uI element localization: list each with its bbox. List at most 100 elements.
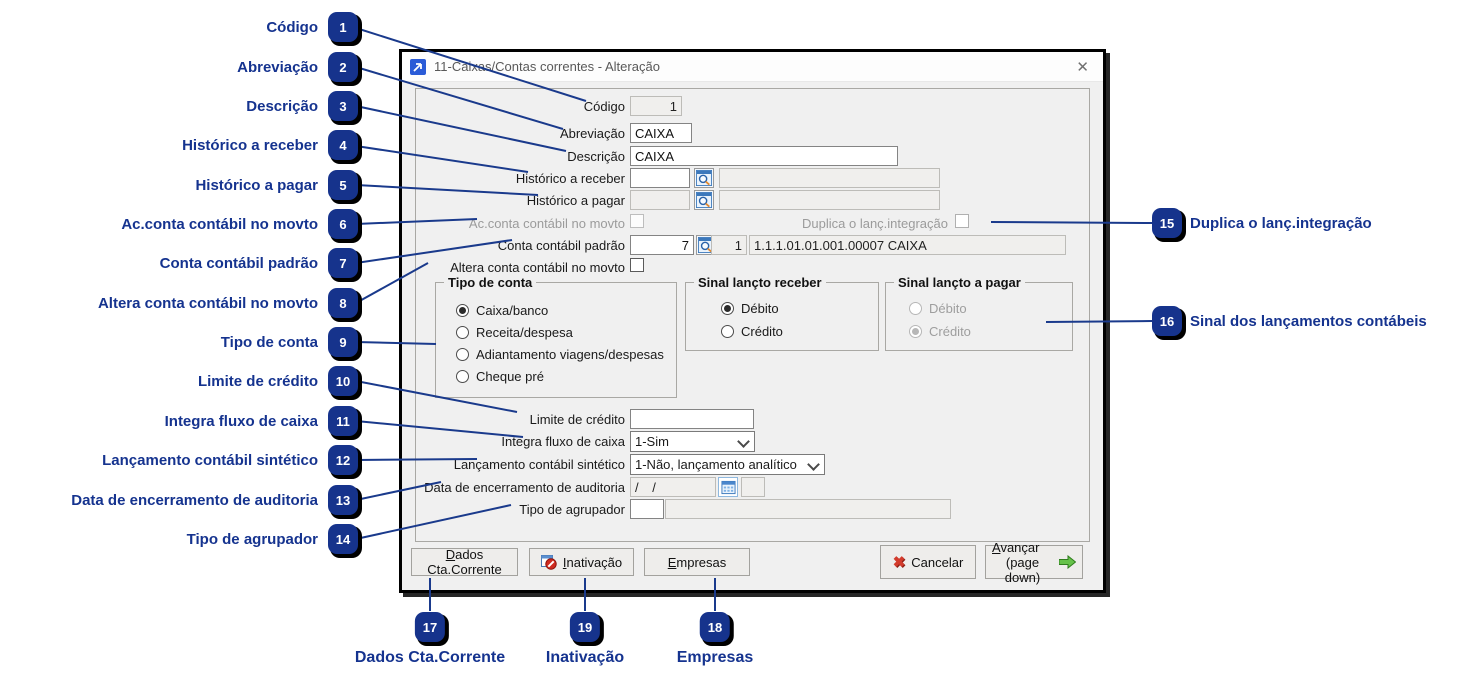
radio-pagar-debito: Débito [909,301,967,316]
callout-ac-conta: Ac.conta contábil no movto 6 [121,209,358,239]
callout-badge: 13 [328,485,358,515]
callout-codigo: Código 1 [266,12,358,42]
radio-adiantamento[interactable]: Adiantamento viagens/despesas [456,347,664,362]
callout-label: Tipo de conta [220,333,318,351]
radio-icon [456,304,469,317]
avancar-button[interactable]: Avançar (page down) [985,540,1083,585]
callout-label: Limite de crédito [197,372,318,390]
callout-label: Dados Cta.Corrente [354,649,506,666]
chevron-down-icon [737,435,750,448]
blocked-icon [540,554,557,570]
altera-conta-checkbox[interactable] [630,258,644,272]
radio-pagar-credito: Crédito [909,324,971,339]
radio-label: Adiantamento viagens/despesas [476,347,664,362]
radio-cheque-pre[interactable]: Cheque pré [456,369,544,384]
callout-limite: Limite de crédito 10 [198,366,358,396]
dialog-window: 11-Caixas/Contas correntes - Alteração ✕… [399,49,1106,593]
duplica-checkbox[interactable] [955,214,969,228]
tipo-agrupador-code-field[interactable] [630,499,664,519]
sinal-receber-caption: Sinal lançto receber [694,275,826,290]
radio-caixa-banco[interactable]: Caixa/banco [456,303,548,318]
radio-label: Crédito [929,324,971,339]
radio-label: Caixa/banco [476,303,549,318]
radio-icon [909,302,922,315]
historico-pagar-code-field[interactable] [630,190,690,210]
limite-label: Limite de crédito [529,412,625,427]
callout-conta-padrao: Conta contábil padrão 7 [160,248,358,278]
tipo-conta-caption: Tipo de conta [444,275,537,290]
button-label: Avançar (page down) [992,539,1041,585]
callout-badge: 18 [700,612,730,642]
callout-label: Código [266,18,318,36]
historico-receber-label: Histórico a receber [515,171,625,186]
radio-icon [456,348,469,361]
descricao-field[interactable] [630,146,898,166]
tipo-agrupador-label: Tipo de agrupador [519,502,625,517]
sinal-pagar-group: Sinal lançto a pagar Débito Crédito [885,275,1073,351]
historico-receber-search-icon[interactable] [694,168,714,188]
radio-label: Crédito [741,324,783,339]
radio-icon [721,302,734,315]
ac-conta-checkbox[interactable] [630,214,644,228]
callout-label: Duplica o lanç.integração [1190,214,1372,232]
callout-abreviacao: Abreviação 2 [237,52,358,82]
lanc-sintetico-select[interactable]: 1-Não, lançamento analítico [630,454,825,475]
cancelar-button[interactable]: ✖ Cancelar [880,545,976,579]
selected-option: 1-Não, lançamento analítico [635,457,797,472]
advance-arrow-icon [1059,555,1076,569]
abreviacao-field[interactable] [630,123,692,143]
radio-label: Débito [741,301,779,316]
calendar-icon[interactable] [718,477,738,497]
callout-empresas: 18 Empresas [677,612,753,667]
limite-field[interactable] [630,409,754,429]
duplica-label: Duplica o lanç.integração [802,216,948,231]
historico-pagar-search-icon[interactable] [694,190,714,210]
callout-badge: 17 [415,612,445,642]
data-auditoria-field[interactable] [630,477,716,497]
historico-pagar-label: Histórico a pagar [526,193,625,208]
conta-padrao-label: Conta contábil padrão [497,238,625,253]
data-auditoria-label: Data de encerramento de auditoria [424,480,625,495]
callout-label: Histórico a pagar [195,176,318,194]
radio-receber-credito[interactable]: Crédito [721,324,783,339]
callout-data-auditoria: Data de encerramento de auditoria 13 [71,485,358,515]
callout-label: Inativação [545,649,625,666]
inativacao-button[interactable]: Inativação [529,548,634,576]
callout-badge: 6 [328,209,358,239]
callout-badge: 9 [328,327,358,357]
conta-padrao-conta-field [749,235,1066,255]
sinal-receber-group: Sinal lançto receber Débito Crédito [685,275,879,351]
lanc-sintetico-label: Lançamento contábil sintético [453,457,625,472]
callout-badge: 15 [1152,208,1182,238]
callout-duplica: 15 Duplica o lanç.integração [1152,208,1372,238]
callout-label: Lançamento contábil sintético [102,451,318,469]
button-label: Empresas [667,554,727,570]
callout-label: Descrição [246,97,318,115]
radio-receita-despesa[interactable]: Receita/despesa [456,325,573,340]
callout-badge: 12 [328,445,358,475]
historico-receber-code-field[interactable] [630,168,690,188]
close-icon[interactable]: ✕ [1070,58,1095,76]
dados-cta-corrente-button[interactable]: Dados Cta.Corrente [411,547,518,577]
historico-pagar-desc-field [719,190,940,210]
data-auditoria-extra-box [741,477,765,497]
descricao-label: Descrição [567,149,625,164]
callout-badge: 10 [328,366,358,396]
selected-option: 1-Sim [635,434,669,449]
radio-receber-debito[interactable]: Débito [721,301,779,316]
window-title: 11-Caixas/Contas correntes - Alteração [434,59,660,74]
sinal-pagar-caption: Sinal lançto a pagar [894,275,1025,290]
empresas-button[interactable]: Empresas [644,548,750,576]
callout-label: Tipo de agrupador [186,530,318,548]
conta-padrao-code-field[interactable] [630,235,694,255]
callout-badge: 14 [328,524,358,554]
integra-fluxo-select[interactable]: 1-Sim [630,431,755,452]
conta-padrao-empresa-field [711,235,747,255]
callout-badge: 2 [328,52,358,82]
callout-label: Integra fluxo de caixa [164,412,318,430]
callout-badge: 7 [328,248,358,278]
codigo-field[interactable] [630,96,682,116]
callout-lanc-sintetico: Lançamento contábil sintético 12 [102,445,358,475]
radio-label: Débito [929,301,967,316]
callout-historico-pagar: Histórico a pagar 5 [195,170,358,200]
